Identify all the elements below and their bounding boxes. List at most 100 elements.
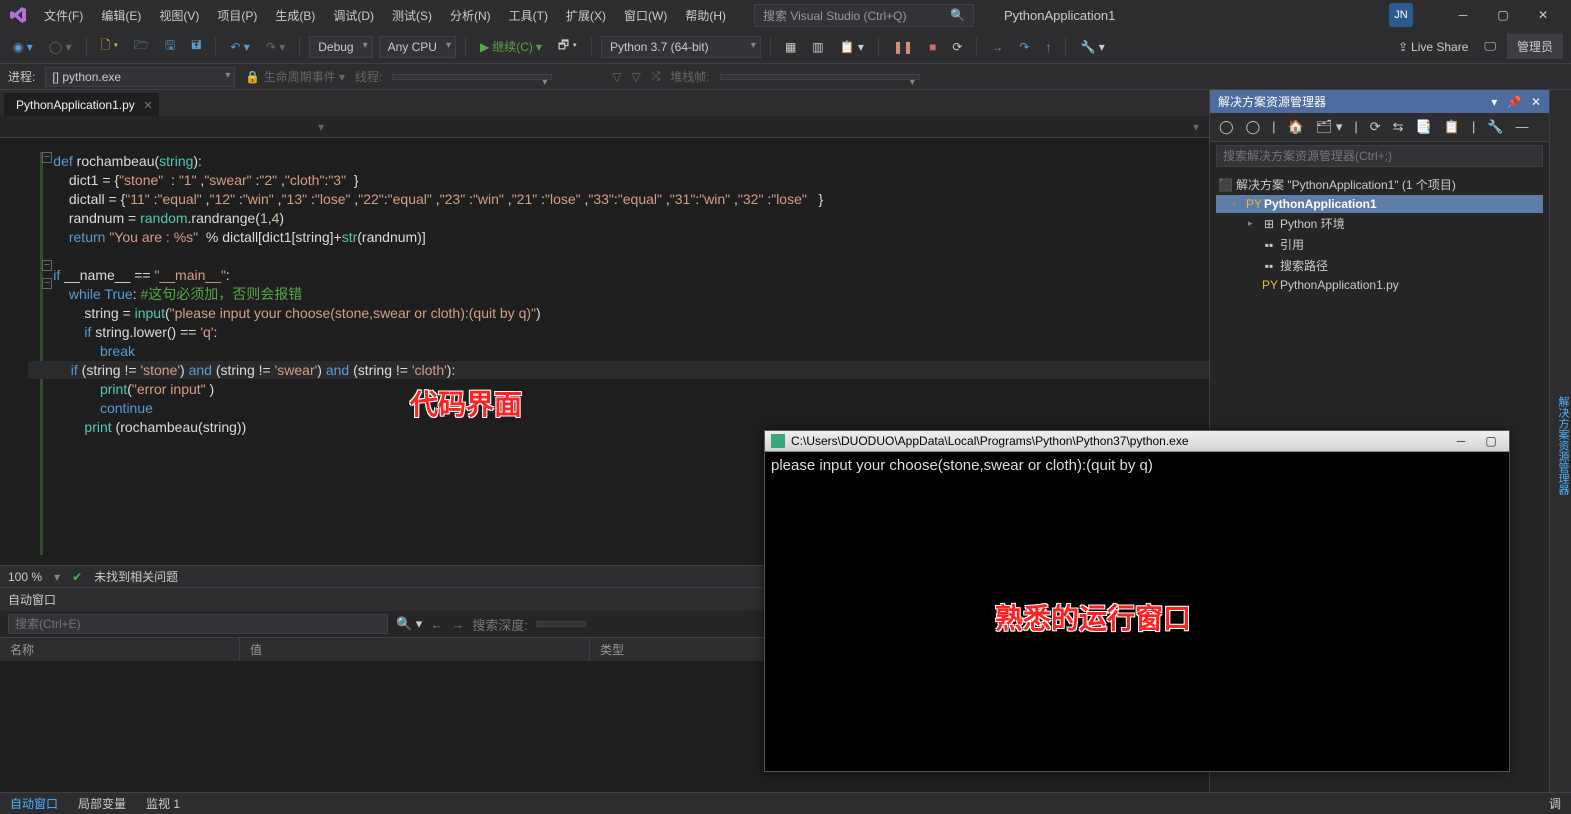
pause-button[interactable]: ❚❚ <box>888 37 918 57</box>
menu-file[interactable]: 文件(F) <box>36 3 91 28</box>
project-node[interactable]: ▾ PY PythonApplication1 <box>1216 195 1543 213</box>
menu-test[interactable]: 测试(S) <box>384 3 440 28</box>
annotation-console: 熟悉的运行窗口 <box>995 597 1191 637</box>
bottom-tabstrip: 自动窗口 局部变量 监视 1 调 <box>0 792 1571 814</box>
search-paths-node[interactable]: ▪▪ 搜索路径 <box>1216 255 1543 276</box>
pin-icon[interactable]: 📌 <box>1507 95 1522 109</box>
solution-root[interactable]: ⬛ 解决方案 "PythonApplication1" (1 个项目) <box>1216 174 1543 195</box>
minimize-button[interactable]: ─ <box>1443 1 1483 29</box>
nav-right-icon[interactable]: → <box>451 617 464 632</box>
step-over-button[interactable]: ↷ <box>1014 37 1034 57</box>
redo-button[interactable]: ↷ ▾ <box>261 37 290 57</box>
new-button[interactable]: 🗋 ▾ <box>96 33 123 60</box>
menu-extensions[interactable]: 扩展(X) <box>558 3 614 28</box>
menu-edit[interactable]: 编辑(E) <box>93 3 149 28</box>
editor-tab[interactable]: PythonApplication1.py ✕ <box>4 93 159 116</box>
window-layout-2[interactable]: ▥ <box>807 37 828 57</box>
close-tab-icon[interactable]: ✕ <box>144 99 153 112</box>
tab-right[interactable]: 调 <box>1539 793 1571 814</box>
window-layout-1[interactable]: ▦ <box>780 37 801 57</box>
main-toolbar: ◉ ▾ ◯ ▾ 🗋 ▾ 🗁 🖫 🖬 ↶ ▾ ↷ ▾ Debug Any CPU … <box>0 30 1571 64</box>
refs-icon: ▪▪ <box>1262 238 1276 252</box>
feedback-button[interactable]: 🖵 <box>1479 36 1501 57</box>
misc-button[interactable]: 🔧 ▾ <box>1075 37 1109 57</box>
fwd-icon[interactable]: ◯ <box>1243 117 1264 137</box>
sync-icon[interactable]: ⇆ <box>1390 117 1407 137</box>
refresh-icon[interactable]: ⟳ <box>1367 117 1384 137</box>
stop-button[interactable]: ■ <box>924 37 941 57</box>
tab-locals[interactable]: 局部变量 <box>68 793 136 814</box>
step-into-button[interactable]: → <box>986 37 1008 57</box>
annotation-code: 代码界面 <box>410 383 522 423</box>
app-title: PythonApplication1 <box>1004 8 1379 23</box>
chevron-down-icon[interactable]: ▾ <box>1232 199 1242 210</box>
code-content: def rochambeau(string): dict1 = {"stone"… <box>0 138 1209 447</box>
env-node[interactable]: ▸ ⊞ Python 环境 <box>1216 213 1543 234</box>
close-button[interactable]: ✕ <box>1523 1 1563 29</box>
stackframe-combo[interactable] <box>720 74 920 80</box>
properties-icon[interactable]: 🔧 <box>1484 117 1506 137</box>
search-icon[interactable]: 🔍 ▾ <box>396 616 422 632</box>
show-all-icon[interactable]: 🗂 ▾ <box>1313 117 1346 137</box>
user-avatar[interactable]: JN <box>1389 3 1413 27</box>
shuffle-icon[interactable]: ⤭ <box>651 69 661 84</box>
menu-window[interactable]: 窗口(W) <box>616 3 675 28</box>
menu-tools[interactable]: 工具(T) <box>501 3 556 28</box>
menu-analyze[interactable]: 分析(N) <box>442 3 499 28</box>
menu-build[interactable]: 生成(B) <box>267 3 323 28</box>
nav-fwd-button[interactable]: ◯ ▾ <box>44 37 77 57</box>
save-all-button[interactable]: 🖬 <box>186 33 206 60</box>
filter-icon[interactable]: ▽ <box>612 70 621 84</box>
config-combo[interactable]: Debug <box>309 36 372 58</box>
menu-help[interactable]: 帮助(H) <box>677 3 734 28</box>
filter2-icon[interactable]: ▽ <box>632 70 641 84</box>
right-dock-tab[interactable]: 解决方案资源管理器 <box>1549 90 1571 792</box>
collapse-icon[interactable]: 📑 <box>1413 117 1435 137</box>
tab-autos[interactable]: 自动窗口 <box>0 793 68 814</box>
open-button[interactable]: 🗁 <box>129 33 154 60</box>
step-out-button[interactable]: ↑ <box>1040 37 1056 57</box>
python-env-combo[interactable]: Python 3.7 (64-bit) <box>601 36 761 58</box>
python-project-icon: PY <box>1246 197 1260 211</box>
autos-search-input[interactable] <box>8 614 388 634</box>
col-name[interactable]: 名称 <box>0 638 240 661</box>
continue-button[interactable]: ▶ 继续(C) ▾ <box>475 35 547 58</box>
nav-left-icon[interactable]: ← <box>430 617 443 632</box>
solution-search-input[interactable] <box>1216 145 1543 167</box>
thread-combo[interactable] <box>392 74 552 80</box>
zoom-level[interactable]: 100 % <box>8 570 42 584</box>
close-icon[interactable]: ✕ <box>1531 95 1541 109</box>
dropdown-icon[interactable]: ▾ <box>1491 95 1497 109</box>
live-share-button[interactable]: ⇪ Live Share <box>1393 37 1473 57</box>
back-icon[interactable]: ◯ <box>1216 117 1237 137</box>
stackframe-label: 堆栈帧: <box>670 68 709 85</box>
nav-back-button[interactable]: ◉ ▾ <box>8 37 38 57</box>
maximize-button[interactable]: ▢ <box>1483 1 1523 29</box>
refs-node[interactable]: ▪▪ 引用 <box>1216 234 1543 255</box>
preview-icon[interactable]: — <box>1513 117 1532 137</box>
depth-combo[interactable] <box>536 621 586 627</box>
file-node[interactable]: PY PythonApplication1.py <box>1216 276 1543 294</box>
console-titlebar[interactable]: C:\Users\DUODUO\AppData\Local\Programs\P… <box>765 431 1509 452</box>
menu-view[interactable]: 视图(V) <box>151 3 207 28</box>
thread-label: 线程: <box>355 68 382 85</box>
platform-combo[interactable]: Any CPU <box>379 36 456 58</box>
process-combo[interactable]: [] python.exe <box>45 67 235 87</box>
copy-icon[interactable]: 📋 <box>1441 117 1463 137</box>
console-min-button[interactable]: ─ <box>1449 434 1473 448</box>
tab-watch[interactable]: 监视 1 <box>136 793 190 814</box>
save-button[interactable]: 🖫 <box>160 33 180 60</box>
admin-badge: 管理员 <box>1507 34 1563 59</box>
restart-button[interactable]: ⟳ <box>947 37 967 57</box>
col-value[interactable]: 值 <box>240 638 590 661</box>
window-layout-3[interactable]: 📋 ▾ <box>835 37 869 57</box>
menu-debug[interactable]: 调试(D) <box>325 3 382 28</box>
global-search[interactable]: 搜索 Visual Studio (Ctrl+Q) 🔍 <box>754 4 974 27</box>
home-icon[interactable]: 🏠 <box>1285 117 1307 137</box>
console-max-button[interactable]: ▢ <box>1479 434 1503 448</box>
menu-project[interactable]: 项目(P) <box>209 3 265 28</box>
undo-button[interactable]: ↶ ▾ <box>225 37 254 57</box>
console-output[interactable]: please input your choose(stone,swear or … <box>765 452 1509 771</box>
chevron-right-icon[interactable]: ▸ <box>1248 218 1258 229</box>
attach-button[interactable]: 🗗 ▾ <box>553 33 582 60</box>
